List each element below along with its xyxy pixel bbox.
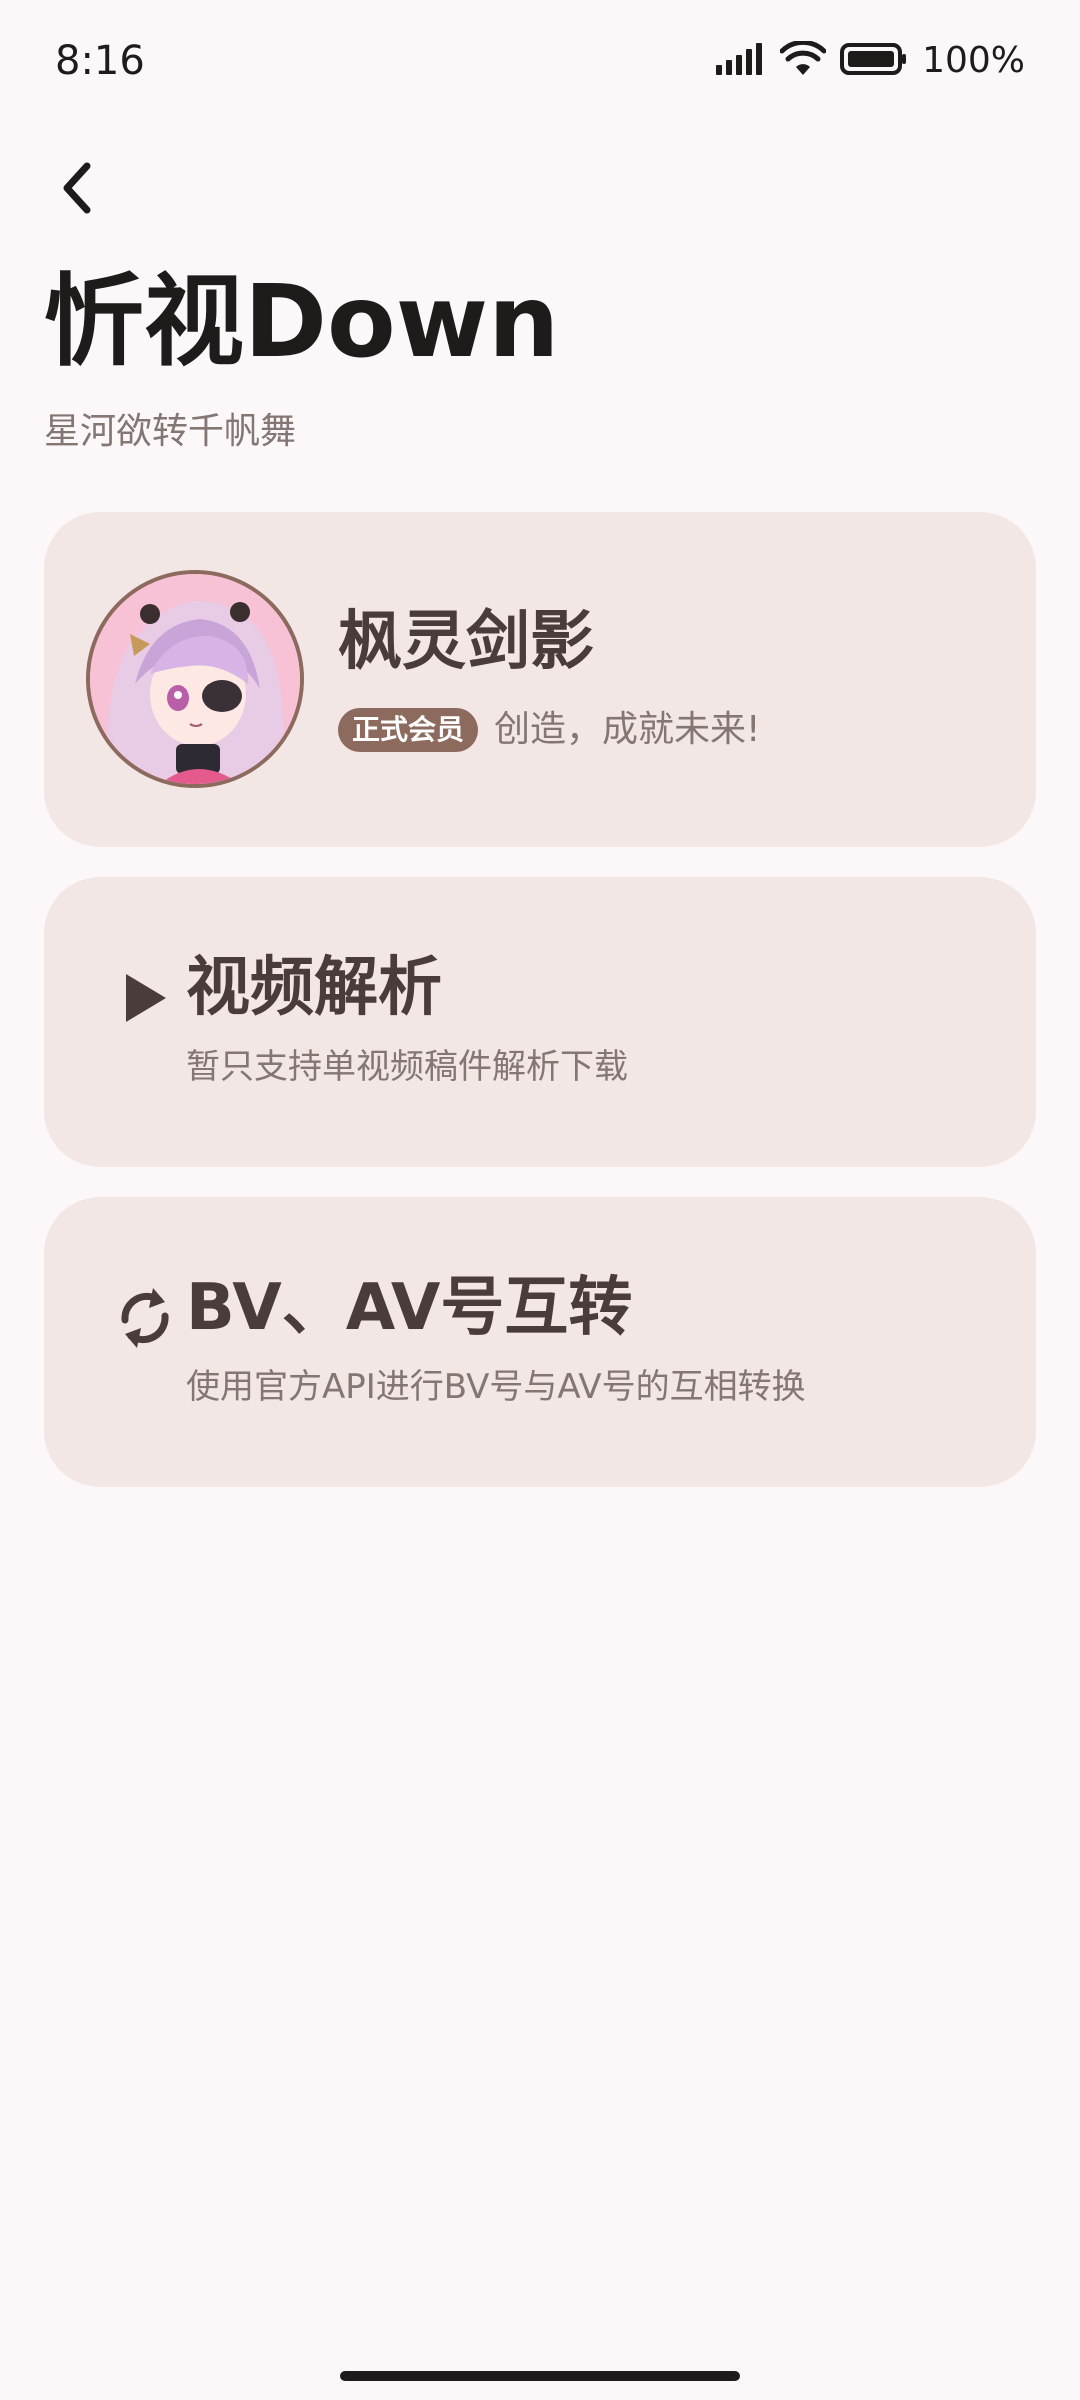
bv-av-convert-description: 使用官方API进行BV号与AV号的互相转换	[186, 1367, 806, 1407]
status-icons: 100%	[716, 39, 1025, 81]
page-title: 忻视Down	[44, 263, 560, 380]
status-time: 8:16	[55, 38, 145, 84]
bv-av-convert-title: BV、AV号互转	[186, 1271, 633, 1345]
back-button[interactable]	[44, 150, 110, 230]
page-subtitle: 星河欲转千帆舞	[44, 411, 297, 452]
play-icon	[102, 955, 188, 1041]
user-profile-card[interactable]: 枫灵剑影 正式会员 创造，成就未来!	[44, 512, 1036, 847]
refresh-icon	[102, 1275, 188, 1361]
wifi-icon	[779, 39, 827, 81]
avatar	[86, 570, 304, 788]
member-badge: 正式会员	[338, 708, 479, 752]
user-name: 枫灵剑影	[338, 605, 594, 679]
signal-icon	[716, 42, 766, 79]
video-parse-title: 视频解析	[186, 951, 442, 1025]
bv-av-convert-card[interactable]: BV、AV号互转 使用官方API进行BV号与AV号的互相转换	[44, 1197, 1036, 1487]
user-motto: 创造，成就未来!	[494, 709, 761, 750]
chevron-left-icon	[57, 160, 97, 220]
video-parse-card[interactable]: 视频解析 暂只支持单视频稿件解析下载	[44, 877, 1036, 1167]
battery-icon	[840, 42, 908, 80]
home-indicator[interactable]	[340, 2371, 740, 2381]
status-bar: 8:16 100%	[0, 0, 1080, 125]
battery-percentage: 100%	[922, 40, 1025, 81]
video-parse-description: 暂只支持单视频稿件解析下载	[186, 1047, 628, 1087]
